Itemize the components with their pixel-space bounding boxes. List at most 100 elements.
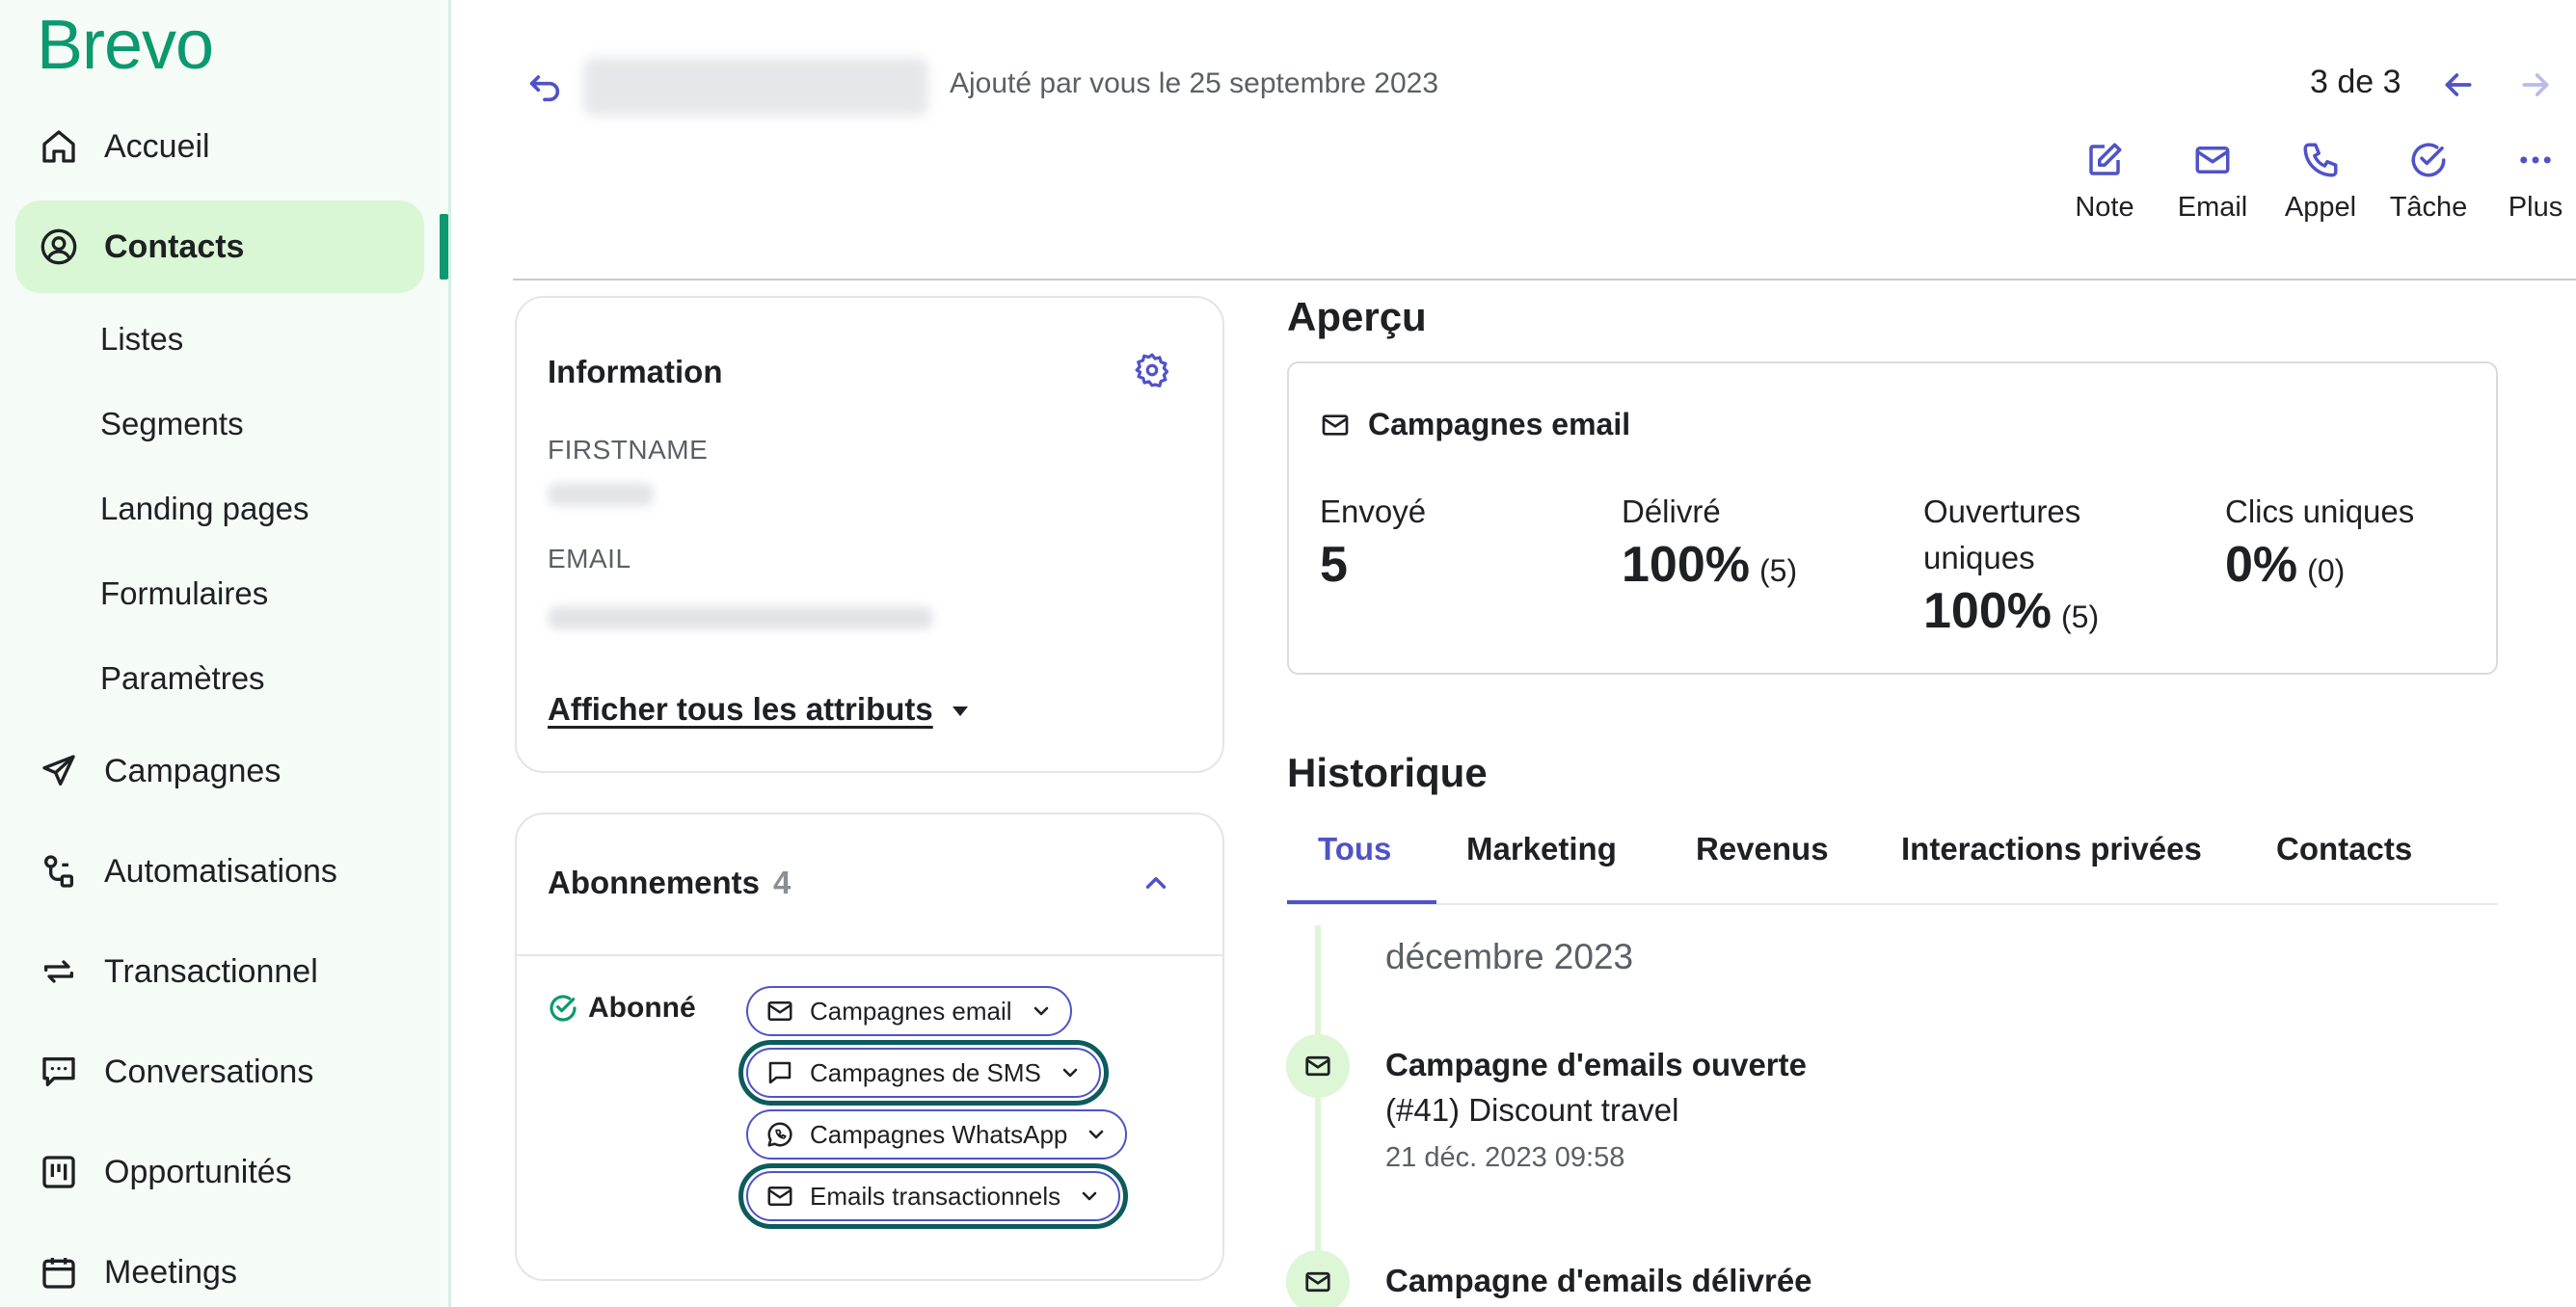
stats-card-header: Campagnes email	[1320, 407, 1630, 442]
edit-icon	[2084, 140, 2125, 180]
active-tab-indicator	[1287, 900, 1436, 904]
added-date-text: Ajouté par vous le 25 septembre 2023	[950, 67, 1438, 99]
header-divider	[513, 279, 2576, 280]
channel-chip-transactional-emails[interactable]: Emails transactionnels	[738, 1163, 1129, 1229]
stat-delivered: Délivré 100% (5)	[1622, 489, 1797, 600]
stat-sent: Envoyé 5	[1320, 489, 1426, 595]
pager-text: 3 de 3	[2310, 64, 2402, 100]
sms-icon	[768, 1061, 792, 1084]
sidebar-item-conversations[interactable]: Conversations	[15, 1026, 424, 1118]
gear-icon[interactable]	[1134, 352, 1170, 393]
mail-icon	[767, 1187, 792, 1206]
stat-count: (0)	[2307, 553, 2346, 588]
sidebar-item-meetings[interactable]: Meetings	[15, 1226, 424, 1307]
tab-revenus[interactable]: Revenus	[1696, 831, 1829, 867]
contact-name-redacted	[583, 58, 928, 116]
chevron-down-icon	[1062, 1068, 1078, 1078]
chevron-up-icon[interactable]	[1140, 867, 1172, 904]
whatsapp-icon	[767, 1122, 792, 1147]
sidebar-subitem-formulaires[interactable]: Formulaires	[100, 575, 268, 612]
sidebar-subitem-parametres[interactable]: Paramètres	[100, 660, 265, 697]
mail-icon	[1305, 1271, 1330, 1293]
arrow-right-icon[interactable]	[2516, 66, 2555, 104]
stats-card-title: Campagnes email	[1368, 407, 1631, 441]
sidebar-item-automatisations[interactable]: Automatisations	[15, 825, 424, 918]
subscribed-status: Abonné	[548, 992, 696, 1025]
subscribed-label: Abonné	[588, 992, 696, 1024]
mail-icon	[1305, 1055, 1330, 1077]
more-icon	[2515, 140, 2556, 180]
sidebar-item-label: Automatisations	[104, 852, 337, 890]
subscriptions-count: 4	[773, 865, 792, 900]
caret-down-icon	[952, 707, 968, 717]
tab-contacts[interactable]: Contacts	[2276, 831, 2412, 867]
sidebar-item-transactionnel[interactable]: Transactionnel	[15, 925, 424, 1018]
sidebar-item-opportunites[interactable]: Opportunités	[15, 1126, 424, 1218]
call-button[interactable]: Appel	[2267, 140, 2374, 224]
channel-chip-sms-campaigns[interactable]: Campagnes de SMS	[738, 1040, 1109, 1106]
sidebar-item-campagnes[interactable]: Campagnes	[15, 725, 424, 817]
mail-icon	[1322, 413, 1349, 436]
sidebar: Brevo Accueil Contacts Listes Segments L…	[0, 0, 451, 1307]
tab-marketing[interactable]: Marketing	[1466, 831, 1617, 867]
sidebar-subitem-listes[interactable]: Listes	[100, 321, 183, 358]
send-icon	[39, 751, 79, 791]
subscriptions-header[interactable]: Abonnements 4	[548, 865, 791, 901]
calendar-icon	[39, 1252, 79, 1293]
tab-tous[interactable]: Tous	[1318, 831, 1391, 867]
show-all-attributes-link[interactable]: Afficher tous les attributs	[548, 691, 968, 728]
stat-unique-clicks: Clics uniques 0% (0)	[2225, 489, 2414, 600]
sidebar-subitem-landing-pages[interactable]: Landing pages	[100, 491, 309, 527]
transactional-icon	[39, 951, 79, 992]
brevo-logo[interactable]: Brevo	[37, 6, 214, 85]
back-icon[interactable]	[525, 67, 564, 106]
event-title[interactable]: Campagne d'emails délivrée	[1385, 1263, 1812, 1299]
call-label: Appel	[2284, 192, 2357, 223]
more-button[interactable]: Plus	[2482, 140, 2576, 224]
event-title[interactable]: Campagne d'emails ouverte	[1385, 1047, 1807, 1083]
note-label: Note	[2075, 192, 2134, 223]
task-button[interactable]: Tâche	[2375, 140, 2482, 224]
chevron-down-icon	[1082, 1191, 1097, 1201]
channel-chip-whatsapp-campaigns[interactable]: Campagnes WhatsApp	[746, 1109, 1128, 1160]
more-label: Plus	[2508, 192, 2563, 223]
stat-label: Ouvertures uniques	[1923, 493, 2081, 575]
channel-chip-label: Emails transactionnels	[810, 1181, 1061, 1211]
attr-firstname-value-redacted	[548, 483, 654, 506]
chevron-down-icon	[1089, 1130, 1104, 1139]
timeline-event-marker	[1286, 1034, 1350, 1098]
chevron-down-icon	[1033, 1006, 1048, 1016]
stat-value: 5	[1320, 537, 1348, 593]
phone-icon	[2300, 140, 2341, 180]
sidebar-item-label: Transactionnel	[104, 952, 318, 990]
arrow-left-icon[interactable]	[2439, 66, 2478, 104]
mail-icon	[2192, 140, 2233, 180]
stat-unique-opens: Ouvertures uniques 100% (5)	[1923, 489, 2193, 647]
subscriptions-title: Abonnements	[548, 865, 761, 900]
email-campaign-stats-card: Campagnes email Envoyé 5 Délivré 100% (5)…	[1287, 361, 2498, 675]
automation-icon	[39, 851, 79, 892]
chat-icon	[39, 1052, 79, 1092]
stat-label: Clics uniques	[2225, 493, 2415, 529]
information-title: Information	[548, 354, 723, 389]
stat-value: 100%	[1923, 583, 2052, 639]
sidebar-item-accueil[interactable]: Accueil	[15, 100, 424, 193]
email-button[interactable]: Email	[2160, 140, 2266, 224]
subscriptions-divider	[517, 954, 1222, 956]
note-button[interactable]: Note	[2052, 140, 2158, 224]
attr-email-value-redacted	[548, 606, 933, 629]
check-circle-icon	[550, 995, 577, 1022]
sidebar-subitem-segments[interactable]: Segments	[100, 406, 244, 442]
mail-icon	[767, 1001, 792, 1021]
stat-label: Délivré	[1622, 493, 1721, 529]
channel-chip-email-campaigns[interactable]: Campagnes email	[746, 986, 1072, 1036]
tabs-divider	[1287, 903, 2498, 905]
attr-email-label: EMAIL	[548, 544, 631, 573]
sidebar-item-contacts[interactable]: Contacts	[15, 200, 424, 293]
tab-interactions-privees[interactable]: Interactions privées	[1901, 831, 2202, 867]
information-card: Information FIRSTNAME EMAIL Afficher tou…	[515, 296, 1224, 773]
stat-value: 0%	[2225, 537, 2298, 593]
event-subtitle: (#41) Discount travel	[1385, 1092, 1679, 1128]
stat-count: (5)	[1759, 553, 1798, 588]
show-all-attributes-label: Afficher tous les attributs	[548, 691, 933, 727]
